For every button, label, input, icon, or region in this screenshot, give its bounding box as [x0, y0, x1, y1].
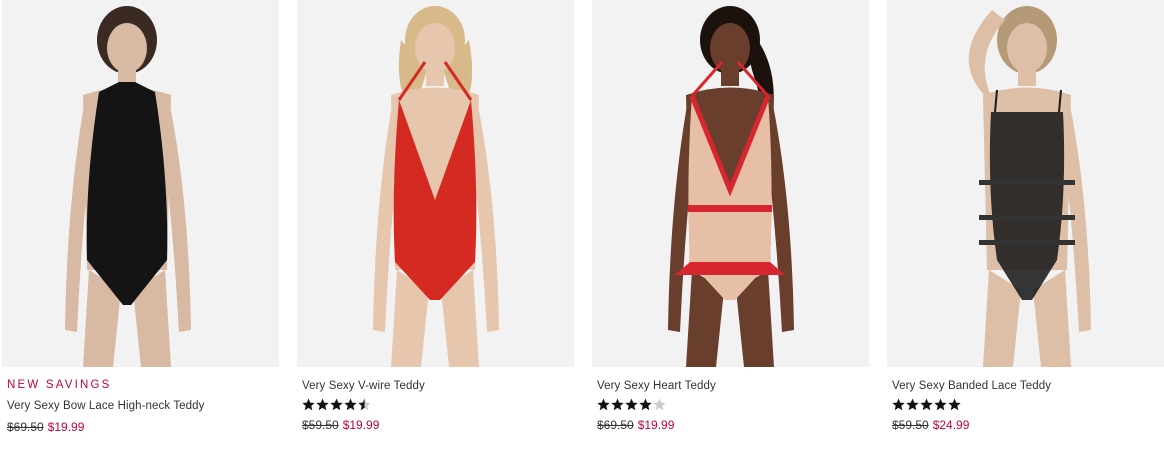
product-name-link[interactable]: Very Sexy Heart Teddy — [597, 379, 869, 393]
product-info: Very Sexy V-wire Teddy $59.50 $19.99 — [297, 379, 574, 432]
star-icon — [316, 398, 329, 411]
product-price: $59.50 $24.99 — [892, 418, 1164, 432]
product-price: $69.50 $19.99 — [7, 420, 279, 434]
product-info: Very Sexy Banded Lace Teddy $59.50 $24.99 — [887, 379, 1164, 432]
product-price: $69.50 $19.99 — [597, 418, 869, 432]
star-icon — [920, 398, 933, 411]
star-icon — [625, 398, 638, 411]
sale-price: $19.99 — [47, 420, 85, 434]
product-image[interactable] — [2, 0, 279, 367]
product-image[interactable] — [592, 0, 869, 367]
star-icon — [344, 398, 357, 411]
product-name-link[interactable]: Very Sexy Bow Lace High-neck Teddy — [7, 399, 279, 413]
star-icon — [948, 398, 961, 411]
original-price: $59.50 — [892, 418, 929, 432]
star-icon — [906, 398, 919, 411]
star-icon — [892, 398, 905, 411]
star-icon — [934, 398, 947, 411]
product-price: $59.50 $19.99 — [302, 418, 574, 432]
star-rating-icons — [892, 398, 961, 411]
product-card[interactable]: Very Sexy V-wire Teddy $59.50 $19.99 — [297, 0, 574, 451]
star-rating[interactable] — [302, 398, 574, 412]
product-info: NEW SAVINGS Very Sexy Bow Lace High-neck… — [2, 378, 279, 434]
star-icon — [639, 398, 652, 411]
model-photo-illustration — [968, 6, 1091, 367]
original-price: $59.50 — [302, 418, 339, 432]
original-price: $69.50 — [597, 418, 634, 432]
star-icon — [358, 398, 371, 411]
sale-price: $19.99 — [342, 418, 380, 432]
star-icon — [597, 398, 610, 411]
product-grid: NEW SAVINGS Very Sexy Bow Lace High-neck… — [0, 0, 1164, 451]
star-rating-icons — [302, 398, 371, 411]
product-card[interactable]: Very Sexy Heart Teddy $69.50 $19.99 — [592, 0, 869, 451]
star-rating[interactable] — [892, 398, 1164, 412]
product-name-link[interactable]: Very Sexy Banded Lace Teddy — [892, 379, 1164, 393]
model-photo-illustration — [668, 6, 794, 367]
star-icon — [302, 398, 315, 411]
star-rating-icons — [597, 398, 666, 411]
product-image[interactable] — [297, 0, 574, 367]
promo-badge: NEW SAVINGS — [7, 379, 112, 391]
model-photo-illustration — [373, 6, 499, 367]
sale-price: $24.99 — [932, 418, 970, 432]
sale-price: $19.99 — [637, 418, 675, 432]
product-image[interactable] — [887, 0, 1164, 367]
product-card[interactable]: Very Sexy Banded Lace Teddy $59.50 $24.99 — [887, 0, 1164, 451]
model-photo-illustration — [65, 6, 191, 367]
star-rating[interactable] — [597, 398, 869, 412]
product-card[interactable]: NEW SAVINGS Very Sexy Bow Lace High-neck… — [2, 0, 279, 451]
product-name-link[interactable]: Very Sexy V-wire Teddy — [302, 379, 574, 393]
star-icon — [653, 398, 666, 411]
product-info: Very Sexy Heart Teddy $69.50 $19.99 — [592, 379, 869, 432]
star-icon — [330, 398, 343, 411]
original-price: $69.50 — [7, 420, 44, 434]
star-icon — [611, 398, 624, 411]
